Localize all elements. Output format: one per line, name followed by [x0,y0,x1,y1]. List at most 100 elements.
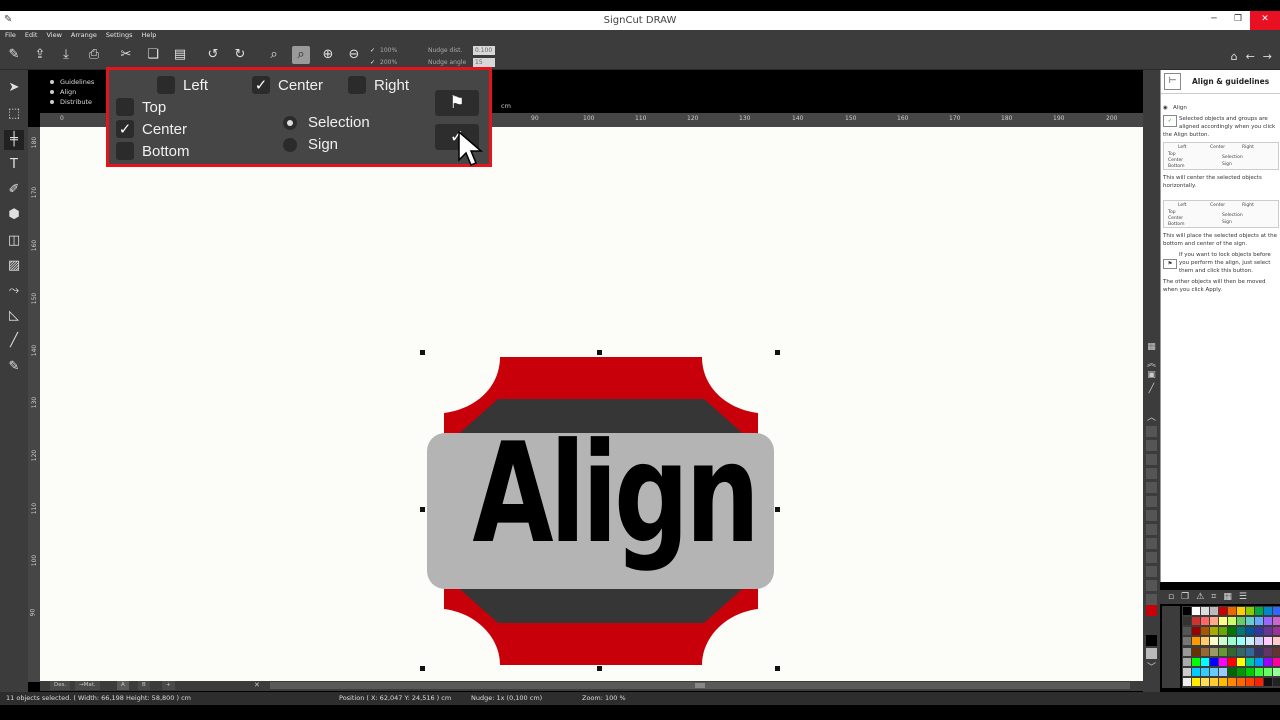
palette-swatch[interactable] [1264,657,1272,666]
palette-swatch[interactable] [1228,667,1236,676]
scroll-thumb[interactable] [695,683,705,688]
palette-swatch[interactable] [1237,647,1245,656]
palette-swatch[interactable] [1201,677,1209,686]
tab-b[interactable]: B [138,681,150,690]
upload-icon[interactable]: ⇪ [31,46,49,64]
palette-swatch[interactable] [1219,627,1227,636]
print-icon[interactable]: ⎙ [85,46,103,64]
palette-swatch[interactable] [1210,617,1218,626]
palette-swatch[interactable] [1210,627,1218,636]
top-checkbox[interactable]: Top [116,98,166,116]
selection-handle[interactable] [420,350,425,355]
palette-swatch[interactable] [1210,667,1218,676]
bezier-icon[interactable]: ⤳ [4,281,24,301]
center-v-checkbox[interactable]: ✓ Center [116,120,187,138]
palette-swatch[interactable] [1255,637,1263,646]
guidelines-option[interactable]: Guidelines [50,77,94,87]
menu-view[interactable]: View [46,30,61,40]
palette-swatch[interactable] [1246,667,1254,676]
new-document-icon[interactable]: ✎ [5,46,23,64]
palette-swatch[interactable] [1192,657,1200,666]
palette-swatch[interactable] [1237,607,1245,615]
palette-swatch[interactable] [1273,617,1280,626]
palette-swatch[interactable] [1219,677,1227,686]
palette-swatch[interactable] [1246,627,1254,636]
palette-swatch[interactable] [1255,657,1263,666]
palette-swatch[interactable] [1246,637,1254,646]
layer-swatch[interactable] [1146,594,1157,605]
copy-icon[interactable]: ❏ [144,46,162,64]
palette-swatch[interactable] [1264,677,1272,686]
current-stroke-swatch[interactable] [1146,635,1157,646]
horizontal-scrollbar[interactable] [270,682,1130,689]
tab-add[interactable]: + [162,681,175,690]
selection-radio[interactable]: Selection [283,114,370,131]
palette-swatch[interactable] [1273,677,1280,686]
palette-swatch[interactable] [1255,617,1263,626]
close-icon[interactable]: ✕ [1250,11,1280,30]
selection-handle[interactable] [597,350,602,355]
drawing-canvas[interactable]: Align [40,127,1143,682]
palette-swatch[interactable] [1237,627,1245,636]
close-tab-icon[interactable]: ✕ [254,681,260,690]
menu-arrange[interactable]: Arrange [71,30,97,40]
palette-swatch[interactable] [1192,637,1200,646]
menu-icon[interactable]: ☰ [1239,590,1247,604]
palette-swatch[interactable] [1264,617,1272,626]
redo-icon[interactable]: ↻ [231,46,249,64]
palette-swatch[interactable] [1237,667,1245,676]
chevron-up-icon[interactable]: ︿ [1145,410,1158,423]
palette-swatch[interactable] [1255,607,1263,615]
palette-swatch[interactable] [1273,607,1280,615]
palette-swatch[interactable] [1210,647,1218,656]
palette-swatch[interactable] [1273,627,1280,636]
layer-swatch[interactable] [1146,496,1157,507]
palette-swatch[interactable] [1228,647,1236,656]
center-h-checkbox[interactable]: ✓ Center [252,76,323,94]
line-icon[interactable]: ╱ [1145,384,1158,394]
palette-swatch[interactable] [1255,667,1263,676]
warning-icon[interactable]: ⚠ [1196,590,1204,604]
selection-handle[interactable] [597,666,602,671]
copy-square-icon[interactable]: ❐ [1181,590,1189,604]
shape-tool-icon[interactable]: ⬢ [4,205,24,225]
palette-swatch[interactable] [1237,677,1245,686]
palette-swatch[interactable] [1237,637,1245,646]
maximize-icon[interactable]: ❐ [1226,11,1250,30]
layer-swatch[interactable] [1146,426,1157,437]
palette-swatch[interactable] [1237,617,1245,626]
layer-swatch[interactable] [1146,440,1157,451]
palette-swatch[interactable] [1219,617,1227,626]
palette-swatch[interactable] [1192,627,1200,636]
cut-icon[interactable]: ✂ [117,46,135,64]
palette-swatch[interactable] [1192,607,1200,615]
palette-swatch[interactable] [1264,627,1272,636]
palette-swatch[interactable] [1246,617,1254,626]
left-checkbox[interactable]: Left [157,76,208,94]
palette-swatch[interactable] [1228,627,1236,636]
home-icon[interactable]: ⌂ [1231,50,1238,63]
zoom-100-checkbox[interactable]: ✓ [370,47,377,54]
palette-swatch[interactable] [1210,677,1218,686]
palette-swatch[interactable] [1210,607,1218,615]
palette-swatch[interactable] [1183,627,1191,636]
square-icon[interactable]: ▫ [1168,590,1174,604]
palette-swatch[interactable] [1255,627,1263,636]
palette-swatch[interactable] [1255,647,1263,656]
palette-swatch[interactable] [1273,647,1280,656]
undo-icon[interactable]: ↺ [204,46,222,64]
palette-swatch[interactable] [1210,657,1218,666]
arrow-left-icon[interactable]: ← [1246,50,1255,63]
layer-swatch[interactable] [1146,538,1157,549]
palette-swatch[interactable] [1273,667,1280,676]
palette-swatch[interactable] [1201,647,1209,656]
palette-swatch[interactable] [1228,617,1236,626]
table-icon[interactable]: ▦ [1223,590,1232,604]
crop-icon[interactable]: ⌗ [1211,590,1216,604]
palette-swatch[interactable] [1210,637,1218,646]
tab-des[interactable]: Des. [50,681,71,690]
tab-a[interactable]: A [117,681,129,690]
palette-swatch[interactable] [1264,637,1272,646]
layer-swatch[interactable] [1146,524,1157,535]
lock-flag-button[interactable]: ⚑ [435,90,479,116]
